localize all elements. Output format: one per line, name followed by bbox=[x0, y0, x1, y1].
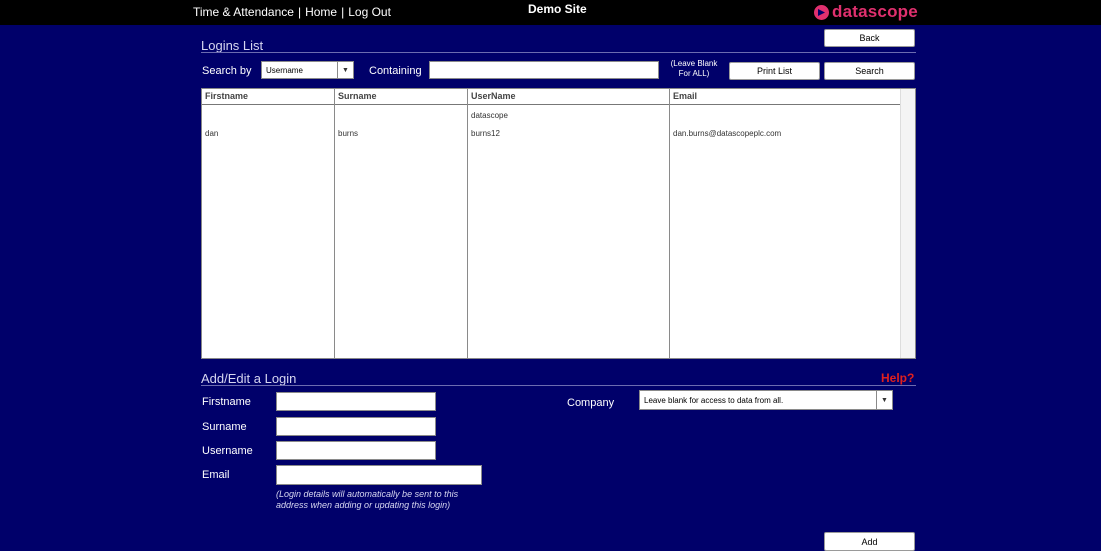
nav-logout-link[interactable]: Log Out bbox=[348, 5, 391, 19]
email-input[interactable] bbox=[276, 465, 482, 485]
company-select[interactable]: Leave blank for access to data from all.… bbox=[639, 390, 893, 410]
email-label: Email bbox=[202, 469, 230, 481]
logins-divider bbox=[201, 52, 916, 53]
nav-home-link[interactable]: Home bbox=[305, 5, 337, 19]
add-edit-divider bbox=[201, 385, 916, 386]
company-label: Company bbox=[567, 397, 615, 409]
leave-blank-line2: For ALL) bbox=[678, 69, 710, 78]
add-edit-title: Add/Edit a Login bbox=[201, 371, 297, 386]
logo-text: datascope bbox=[832, 2, 918, 21]
search-by-value: Username bbox=[266, 66, 303, 75]
column-divider bbox=[669, 89, 670, 358]
add-button[interactable]: Add bbox=[824, 532, 915, 551]
top-nav: Time & Attendance | Home | Log Out bbox=[193, 5, 391, 19]
containing-input[interactable] bbox=[429, 61, 659, 79]
surname-label: Surname bbox=[202, 421, 247, 433]
column-header-surname[interactable]: Surname bbox=[338, 91, 377, 101]
chevron-down-icon: ▼ bbox=[337, 62, 353, 78]
surname-input[interactable] bbox=[276, 417, 436, 436]
firstname-input[interactable] bbox=[276, 392, 436, 411]
cell-username: burns12 bbox=[471, 129, 500, 138]
table-scrollbar[interactable] bbox=[900, 89, 915, 358]
help-link[interactable]: Help? bbox=[881, 371, 914, 385]
username-input[interactable] bbox=[276, 441, 436, 460]
search-by-select[interactable]: Username ▼ bbox=[261, 61, 354, 79]
column-header-username[interactable]: UserName bbox=[471, 91, 516, 101]
nav-time-attendance-link[interactable]: Time & Attendance bbox=[193, 5, 294, 19]
leave-blank-line1: (Leave Blank bbox=[670, 59, 718, 68]
search-button[interactable]: Search bbox=[824, 62, 915, 80]
column-divider bbox=[334, 89, 335, 358]
chevron-down-icon: ▼ bbox=[876, 391, 892, 409]
nav-separator: | bbox=[341, 5, 345, 19]
column-divider bbox=[467, 89, 468, 358]
table-header: Firstname Surname UserName Email bbox=[202, 89, 902, 105]
username-label: Username bbox=[202, 445, 253, 457]
cell-email: dan.burns@datascopeplc.com bbox=[673, 129, 782, 138]
column-header-firstname[interactable]: Firstname bbox=[205, 91, 248, 101]
email-note-line1: (Login details will automatically be sen… bbox=[276, 489, 459, 499]
datascope-logo: datascope bbox=[814, 1, 918, 23]
cell-firstname: dan bbox=[205, 129, 219, 138]
search-by-label: Search by bbox=[202, 65, 252, 77]
top-bar: Time & Attendance | Home | Log Out Demo Site… bbox=[0, 0, 1101, 25]
email-note-line2: address when adding or updating this log… bbox=[276, 500, 451, 510]
firstname-label: Firstname bbox=[202, 396, 251, 408]
datascope-logo-icon bbox=[814, 4, 829, 20]
cell-username: datascope bbox=[471, 111, 508, 120]
print-list-button[interactable]: Print List bbox=[729, 62, 820, 80]
logins-table: Firstname Surname UserName Email datasco… bbox=[201, 88, 916, 359]
back-button[interactable]: Back bbox=[824, 29, 915, 47]
company-value: Leave blank for access to data from all. bbox=[644, 396, 784, 405]
containing-label: Containing bbox=[369, 65, 422, 77]
cell-surname: burns bbox=[338, 129, 359, 138]
column-header-email[interactable]: Email bbox=[673, 91, 697, 101]
email-note: (Login details will automatically be sen… bbox=[276, 489, 496, 511]
site-name: Demo Site bbox=[528, 2, 587, 16]
nav-separator: | bbox=[297, 5, 302, 19]
leave-blank-note: (Leave Blank For ALL) bbox=[665, 59, 723, 79]
logins-list-title: Logins List bbox=[201, 38, 264, 53]
